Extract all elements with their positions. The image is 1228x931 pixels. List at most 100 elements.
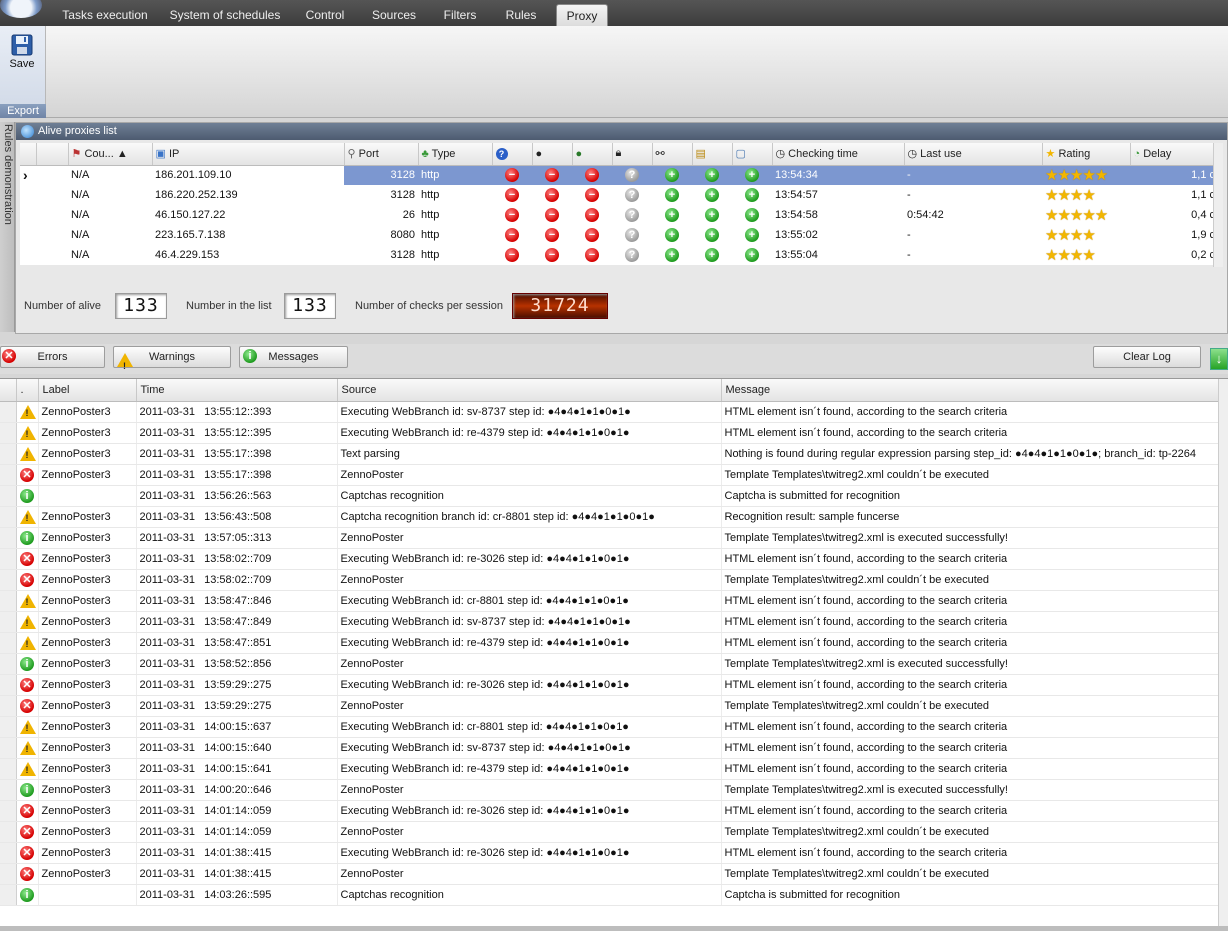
- check-elite-header[interactable]: ●: [572, 143, 613, 166]
- save-button[interactable]: Save: [2, 30, 42, 86]
- log-row[interactable]: ✕ ZennoPoster3 2011-03-31 13:59:29::275 Zen…: [0, 695, 1219, 717]
- type-cell: http: [421, 229, 440, 241]
- log-row[interactable]: ✕ ZennoPoster3 2011-03-31 13:55:17::398 Zen…: [0, 464, 1219, 486]
- type-header-label: Type: [431, 147, 456, 160]
- ip-cell: 223.165.7.138: [155, 229, 226, 241]
- ip-column-header[interactable]: ▣ IP: [152, 143, 345, 166]
- check-help-header[interactable]: ?: [492, 143, 533, 166]
- delay-column-header[interactable]: ◔ Delay: [1130, 143, 1219, 166]
- log-row[interactable]: ! ZennoPoster3 2011-03-31 13:58:47::851 Exe…: [0, 632, 1219, 654]
- log-row[interactable]: ! ZennoPoster3 2011-03-31 13:58:47::849 Exe…: [0, 611, 1219, 633]
- log-gutter: [0, 485, 17, 507]
- messages-filter-button[interactable]: i Messages: [239, 346, 348, 368]
- log-row[interactable]: ! ZennoPoster3 2011-03-31 13:58:47::846 Exe…: [0, 590, 1219, 612]
- proxy-row[interactable]: › N/A 186.201.109.10 3128 http − − −? + + +13:54:3…: [20, 165, 1218, 185]
- log-row[interactable]: ✕ ZennoPoster3 2011-03-31 13:58:02::709 Zen…: [0, 569, 1219, 591]
- log-message-cell: Template Templates\twitreg2.xml is execu…: [721, 527, 1219, 549]
- log-row[interactable]: ! ZennoPoster3 2011-03-31 13:56:43::508 Cap…: [0, 506, 1219, 528]
- log-gutter: [0, 443, 17, 465]
- log-row[interactable]: ✕ ZennoPoster3 2011-03-31 13:58:02::709 Exe…: [0, 548, 1219, 570]
- clear-log-button[interactable]: Clear Log: [1093, 346, 1201, 368]
- proxy-row[interactable]: N/A 186.220.252.139 3128 http − − −? + + +13:54:5…: [20, 185, 1218, 205]
- fail-icon: −: [505, 188, 519, 202]
- log-message-column-header[interactable]: Message: [721, 379, 1219, 402]
- checking-time-column-header[interactable]: ◷ Checking time: [772, 143, 905, 166]
- log-time-cell: 2011-03-31 14:00:20::646: [136, 779, 338, 801]
- log-label-cell: ZennoPoster3: [38, 464, 137, 486]
- log-scrollbar[interactable]: [1218, 379, 1228, 926]
- log-row[interactable]: ! ZennoPoster3 2011-03-31 14:00:15::641 Exe…: [0, 758, 1219, 780]
- log-kind-column-header[interactable]: .: [16, 379, 39, 402]
- tab-filters[interactable]: Filters: [430, 4, 490, 26]
- alive-count-display: 133: [115, 293, 167, 319]
- log-row[interactable]: ✕ ZennoPoster3 2011-03-31 14:01:38::415 Zen…: [0, 863, 1219, 885]
- log-row[interactable]: ! ZennoPoster3 2011-03-31 14:00:15::637 Exe…: [0, 716, 1219, 738]
- check-cell: +: [652, 165, 692, 185]
- log-row[interactable]: i 2011-03-31 13:56:26::563 Captchas recogn…: [0, 485, 1219, 507]
- proxy-row[interactable]: N/A 46.150.127.22 26 http − − −? + + +13:54:58 0:5…: [20, 205, 1218, 225]
- log-row[interactable]: ✕ ZennoPoster3 2011-03-31 13:59:29::275 Exe…: [0, 674, 1219, 696]
- check-link-header[interactable]: ⚯: [652, 143, 693, 166]
- log-row[interactable]: ! ZennoPoster3 2011-03-31 14:00:15::640 Exe…: [0, 737, 1219, 759]
- status-strip: [0, 926, 1228, 931]
- error-icon: ✕: [20, 677, 34, 692]
- warnings-filter-button[interactable]: ! Warnings: [113, 346, 231, 371]
- check-cell: +: [692, 185, 732, 205]
- check-cell: ?: [612, 165, 652, 185]
- proxy-table: ⚑ Cou... ▲ ▣ IP ⚲ Port ♣ Type ? ● ● 🔒︎ ⚯…: [20, 143, 1219, 265]
- warning-icon: !: [19, 740, 36, 755]
- log-kind-cell: ✕: [16, 695, 39, 717]
- log-source-cell: Executing WebBranch id: re-3026 step id:…: [337, 548, 722, 570]
- delay-header-label: Delay: [1143, 147, 1172, 160]
- type-column-header[interactable]: ♣ Type: [418, 143, 493, 166]
- rating-column-header[interactable]: ★ Rating: [1042, 143, 1131, 166]
- auto-scroll-button[interactable]: ↓: [1210, 348, 1228, 370]
- errors-filter-button[interactable]: ✕ Errors: [0, 346, 105, 368]
- log-row[interactable]: i ZennoPoster3 2011-03-31 13:57:05::313 Zen…: [0, 527, 1219, 549]
- log-message-cell: HTML element isn´t found, according to t…: [721, 590, 1219, 612]
- proxy-row[interactable]: N/A 223.165.7.138 8080 http − − −? + + +13:55:02 -…: [20, 225, 1218, 245]
- warning-icon: !: [19, 404, 36, 419]
- log-kind-cell: ✕: [16, 800, 39, 822]
- log-row[interactable]: ✕ ZennoPoster3 2011-03-31 14:01:14::059 Exe…: [0, 800, 1219, 822]
- check-ssl-header[interactable]: 🔒︎: [612, 143, 653, 166]
- log-row[interactable]: ✕ ZennoPoster3 2011-03-31 14:01:14::059 Zen…: [0, 821, 1219, 843]
- proxy-table-scrollbar[interactable]: [1213, 143, 1223, 267]
- log-row[interactable]: i 2011-03-31 14:03:26::595 Captchas recogn…: [0, 884, 1219, 906]
- clock-icon: ◷: [907, 148, 918, 161]
- check-cell: +: [692, 165, 732, 185]
- tab-sources[interactable]: Sources: [362, 4, 426, 26]
- log-source-column-header[interactable]: Source: [337, 379, 722, 402]
- list-count-display: 133: [284, 293, 336, 319]
- log-time-column-header[interactable]: Time: [136, 379, 338, 402]
- country-column-header[interactable]: ⚑ Cou... ▲: [68, 143, 153, 166]
- tab-tasks-execution[interactable]: Tasks execution: [52, 4, 158, 26]
- log-row[interactable]: i ZennoPoster3 2011-03-31 14:00:20::646 Zen…: [0, 779, 1219, 801]
- rules-demonstration-side-tab[interactable]: Rules demonstration: [0, 122, 15, 332]
- tab-rules[interactable]: Rules: [494, 4, 548, 26]
- log-row[interactable]: ✕ ZennoPoster3 2011-03-31 14:01:38::415 Exe…: [0, 842, 1219, 864]
- log-label-column-header[interactable]: Label: [38, 379, 137, 402]
- warning-icon: !: [19, 509, 36, 524]
- log-message-cell: Captcha is submitted for recognition: [721, 485, 1219, 507]
- log-row[interactable]: ! ZennoPoster3 2011-03-31 13:55:12::395 Exe…: [0, 422, 1219, 444]
- tab-control[interactable]: Control: [292, 4, 358, 26]
- log-row[interactable]: ! ZennoPoster3 2011-03-31 13:55:17::398 Tex…: [0, 443, 1219, 465]
- info-icon: i: [243, 349, 257, 363]
- log-row[interactable]: i ZennoPoster3 2011-03-31 13:58:52::856 Zen…: [0, 653, 1219, 675]
- check-anonymous-header[interactable]: ●: [532, 143, 573, 166]
- last-use-column-header[interactable]: ◷ Last use: [904, 143, 1043, 166]
- log-time-cell: 2011-03-31 13:58:02::709: [136, 548, 338, 570]
- check-window-header[interactable]: ▢: [732, 143, 773, 166]
- check-scroll-header[interactable]: ▤: [692, 143, 733, 166]
- tab-system-of-schedules[interactable]: System of schedules: [162, 4, 288, 26]
- port-column-header[interactable]: ⚲ Port: [344, 143, 419, 166]
- tab-proxy[interactable]: Proxy: [556, 4, 608, 26]
- errors-button-label: Errors: [37, 351, 68, 363]
- log-source-cell: ZennoPoster: [337, 653, 722, 675]
- proxy-row[interactable]: N/A 46.4.229.153 3128 http − − −? + + +13:55:04 - ★…: [20, 245, 1218, 265]
- log-source-cell: Captcha recognition branch id: cr-8801 s…: [337, 506, 722, 528]
- pass-icon: +: [665, 168, 679, 183]
- row-indicator: [20, 245, 36, 265]
- log-row[interactable]: ! ZennoPoster3 2011-03-31 13:55:12::393 Exe…: [0, 401, 1219, 423]
